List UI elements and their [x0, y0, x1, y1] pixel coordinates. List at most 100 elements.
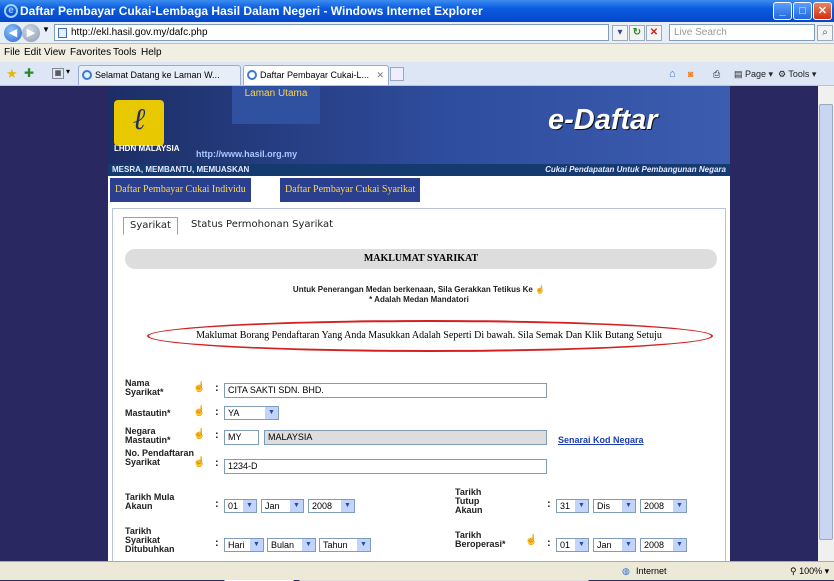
vertical-scrollbar[interactable]	[818, 86, 834, 561]
forward-icon[interactable]: ▶	[22, 24, 40, 42]
chevron-down-icon: ▼	[302, 539, 315, 551]
nav-daftar-syarikat[interactable]: Daftar Pembayar Cukai Syarikat	[280, 178, 421, 202]
tab-status-permohonan[interactable]: Status Permohonan Syarikat	[191, 217, 333, 233]
mula-month-select[interactable]: Jan ▼	[261, 499, 304, 513]
url-input[interactable]: http://ekl.hasil.gov.my/dafc.php	[54, 24, 609, 41]
help-hand-icon[interactable]: ☝	[193, 457, 205, 468]
colon: :	[215, 457, 219, 469]
ber-year-select[interactable]: 2008 ▼	[640, 538, 687, 552]
mula-day-select[interactable]: 01 ▼	[224, 499, 257, 513]
page-menu[interactable]: ▤ Page ▾	[734, 66, 773, 82]
menu-tools[interactable]: Tools	[113, 44, 136, 62]
dit-year-value: Tahun	[323, 540, 348, 550]
close-button[interactable]: ✕	[813, 2, 832, 20]
tab-list-icon[interactable]: ▾	[66, 67, 70, 76]
dit-month-select[interactable]: Bulan ▼	[267, 538, 316, 552]
pointer-hand-icon: ☝	[535, 285, 546, 294]
tutup-month-select[interactable]: Dis ▼	[593, 499, 636, 513]
info-line2: * Adalah Medan Mandatori	[369, 295, 469, 304]
ie-tab-icon	[82, 70, 92, 80]
feeds-icon[interactable]: ◙	[688, 66, 693, 82]
help-hand-icon[interactable]: ☝	[525, 535, 537, 546]
chevron-down-icon: ▼	[341, 500, 354, 512]
close-tab-icon[interactable]: ✕	[376, 66, 384, 84]
laman-utama-link[interactable]: Laman Utama	[232, 86, 320, 124]
tools-menu-label: Tools	[788, 69, 810, 79]
minimize-button[interactable]: _	[773, 2, 792, 20]
zoom-text: 100%	[799, 566, 823, 576]
menu-file[interactable]: File	[4, 44, 20, 62]
chevron-down-icon: ▼	[357, 539, 370, 551]
site-url-text[interactable]: http://www.hasil.org.my	[196, 149, 297, 159]
zoom-control[interactable]: ⚲ 100% ▾	[790, 562, 829, 580]
tutup-day-select[interactable]: 31 ▼	[556, 499, 589, 513]
back-icon[interactable]: ◀	[4, 24, 22, 42]
new-tab-button[interactable]	[390, 67, 404, 81]
lhdn-logo: ℓ	[114, 100, 164, 146]
search-input[interactable]: Live Search	[669, 24, 815, 41]
chevron-down-icon: ▼	[265, 407, 278, 419]
chevron-down-icon: ▼	[290, 500, 303, 512]
negara-name-field: MALAYSIA	[264, 430, 547, 445]
chevron-down-icon: ▼	[250, 539, 263, 551]
confirm-notice: Maklumat Borang Pendaftaran Yang Anda Ma…	[196, 330, 662, 341]
ber-day-select[interactable]: 01 ▼	[556, 538, 589, 552]
refresh-icon[interactable]: ↻	[629, 25, 645, 41]
help-hand-icon[interactable]: ☝	[193, 429, 205, 440]
search-placeholder: Live Search	[674, 27, 727, 38]
site-header: ℓ LHDN MALAYSIA Laman Utama http://www.h…	[108, 86, 730, 164]
dit-day-value: Hari	[228, 540, 245, 550]
zone-text: Internet	[636, 566, 667, 576]
tutup-day-value: 31	[560, 501, 571, 511]
logo-bottom: MALAYSIA	[138, 144, 180, 153]
colon: :	[547, 498, 551, 510]
chevron-down-icon: ▼	[622, 539, 635, 551]
url-dropdown-icon[interactable]: ▾	[612, 25, 628, 41]
menu-favorites[interactable]: Favorites	[70, 44, 111, 62]
colon: :	[215, 498, 219, 510]
print-icon[interactable]: ⎙	[713, 66, 720, 82]
menu-view[interactable]: View	[44, 44, 66, 62]
tab-selamat-datang[interactable]: Selamat Datang ke Laman W...	[78, 65, 241, 85]
quick-tabs-icon[interactable]: ▦	[52, 68, 64, 79]
ber-month-select[interactable]: Jan ▼	[593, 538, 636, 552]
mula-akaun-label: Tarikh Mula Akaun	[125, 492, 175, 511]
window-titlebar: e Daftar Pembayar Cukai-Lembaga Hasil Da…	[0, 0, 834, 22]
window-title: Daftar Pembayar Cukai-Lembaga Hasil Dala…	[20, 4, 483, 18]
home-icon[interactable]: ⌂	[669, 66, 676, 82]
logo-top: LHDN	[114, 144, 137, 153]
colon: :	[215, 382, 219, 394]
senarai-kod-negara-link[interactable]: Senarai Kod Negara	[558, 435, 644, 445]
favorites-star-icon[interactable]: ★	[6, 66, 18, 82]
mula-year-select[interactable]: 2008 ▼	[308, 499, 355, 513]
no-pendaftaran-input[interactable]: 1234-D	[224, 459, 547, 474]
negara-code-input[interactable]: MY	[224, 430, 259, 445]
help-hand-icon[interactable]: ☝	[193, 406, 205, 417]
tab-daftar[interactable]: Daftar Pembayar Cukai-L... ✕	[243, 65, 389, 85]
history-dropdown-icon[interactable]: ▼	[42, 25, 50, 34]
stop-icon[interactable]: ✕	[646, 25, 662, 41]
menu-edit[interactable]: Edit	[24, 44, 41, 62]
help-hand-icon[interactable]: ☝	[193, 382, 205, 393]
tools-menu[interactable]: ⚙ Tools ▾	[778, 66, 816, 82]
dit-day-select[interactable]: Hari ▼	[224, 538, 264, 552]
negara-label: Negara Mastautin*	[125, 426, 171, 445]
beroperasi-label: Tarikh Beroperasi*	[455, 530, 506, 549]
menu-help[interactable]: Help	[141, 44, 162, 62]
chevron-down-icon: ▼	[575, 500, 588, 512]
scrollbar-thumb[interactable]	[819, 104, 833, 540]
add-favorite-icon[interactable]: ✚	[24, 66, 34, 80]
maximize-button[interactable]: □	[793, 2, 812, 20]
mastautin-select[interactable]: YA ▼	[224, 406, 279, 420]
mastautin-value: YA	[228, 408, 240, 418]
tab-syarikat[interactable]: Syarikat	[123, 217, 178, 235]
mula-day-value: 01	[228, 501, 239, 511]
nav-daftar-individu[interactable]: Daftar Pembayar Cukai Individu	[110, 178, 251, 202]
search-icon[interactable]: ⌕	[817, 25, 833, 41]
dit-year-select[interactable]: Tahun ▼	[319, 538, 371, 552]
colon: :	[547, 537, 551, 549]
nama-input[interactable]: CITA SAKTI SDN. BHD.	[224, 383, 547, 398]
page-menu-label: Page	[745, 69, 767, 79]
slogan-left: MESRA, MEMBANTU, MEMUASKAN	[112, 165, 250, 174]
tutup-year-select[interactable]: 2008 ▼	[640, 499, 687, 513]
